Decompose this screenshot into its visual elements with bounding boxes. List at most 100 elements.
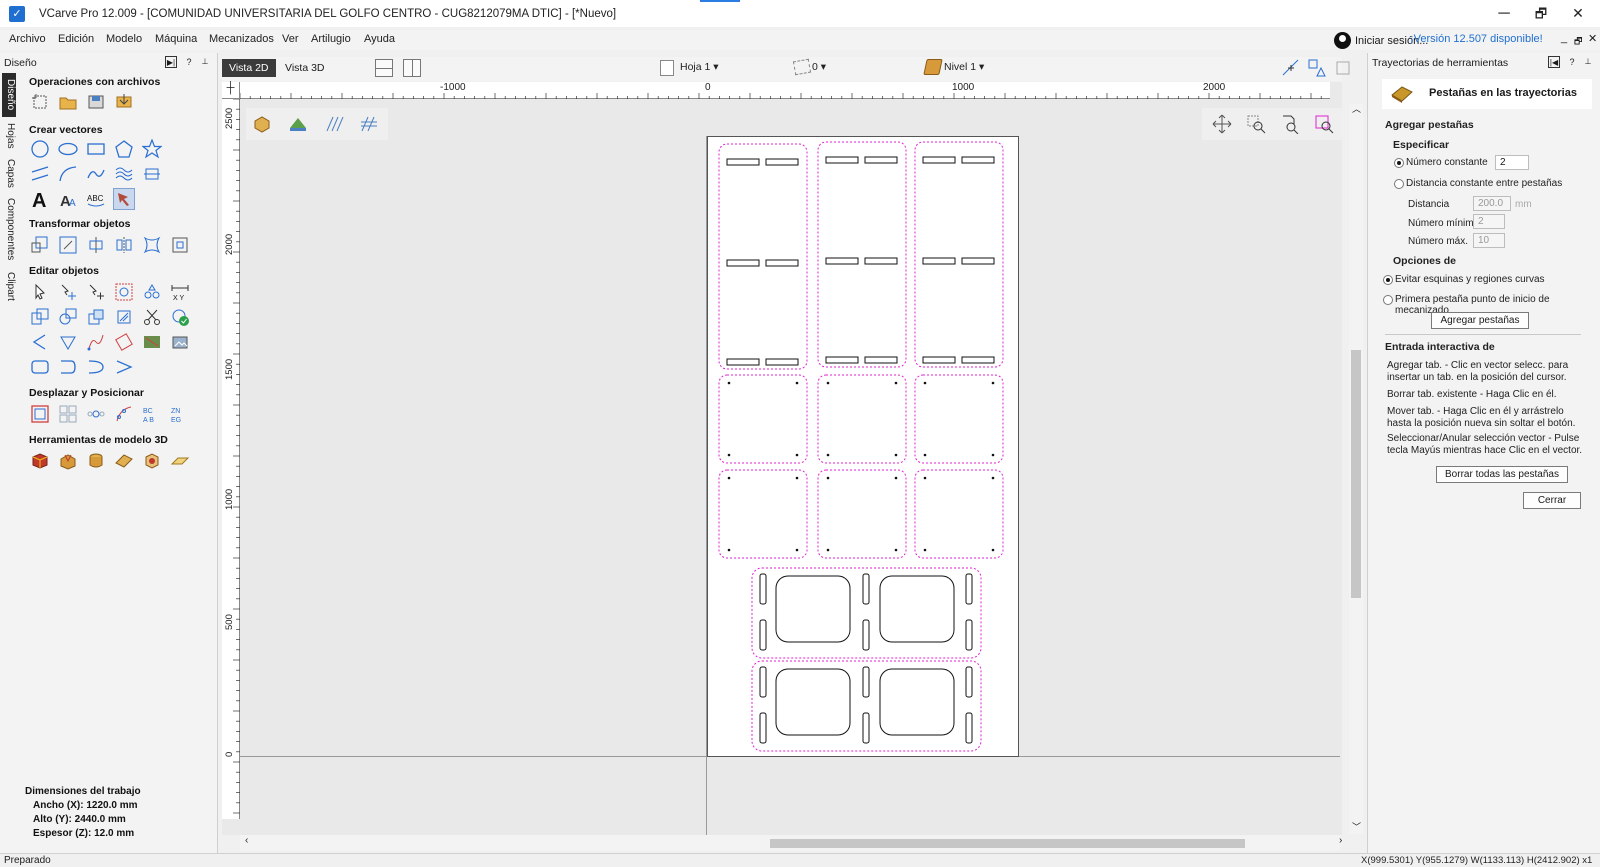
hole-vector[interactable]: [795, 476, 799, 480]
text-arc-icon[interactable]: ABC: [85, 188, 107, 210]
scroll-left-icon[interactable]: ‹: [245, 835, 248, 846]
hole-vector[interactable]: [923, 453, 927, 457]
measure-icon[interactable]: X Y: [169, 281, 191, 303]
hole-vector[interactable]: [991, 548, 995, 552]
hole-vector[interactable]: [826, 476, 830, 480]
hole-vector[interactable]: [826, 548, 830, 552]
slot-vector[interactable]: [864, 257, 898, 265]
menu-edicion[interactable]: Edición: [58, 33, 94, 45]
join-vectors-icon[interactable]: [85, 356, 107, 378]
node-edit-icon[interactable]: [57, 281, 79, 303]
job-dimensions-icon[interactable]: [29, 403, 51, 425]
part-toolpath[interactable]: [817, 469, 907, 559]
dimension-box-icon[interactable]: [141, 163, 163, 185]
slot-vector[interactable]: [759, 666, 767, 698]
slot-vector[interactable]: [864, 356, 898, 364]
hole-vector[interactable]: [727, 453, 731, 457]
interactive-select-icon[interactable]: [113, 281, 135, 303]
3d-shape-icon[interactable]: [57, 450, 79, 472]
scroll-up-icon[interactable]: ︿: [1352, 102, 1361, 115]
hole-vector[interactable]: [795, 381, 799, 385]
split-horizontal-icon[interactable]: [375, 59, 393, 77]
3d-sculpt-icon[interactable]: [141, 450, 163, 472]
slot-vector[interactable]: [825, 156, 859, 164]
vertical-scroll-thumb[interactable]: [1351, 350, 1361, 598]
dog-bone-icon[interactable]: [113, 331, 135, 353]
image-trace-icon[interactable]: [113, 188, 135, 210]
menu-maquina[interactable]: Máquina: [155, 33, 197, 45]
slot-vector[interactable]: [965, 666, 973, 698]
save-file-icon[interactable]: [85, 91, 107, 113]
panel-pin-icon[interactable]: ⊥: [199, 56, 211, 68]
toolpath-cross-icon[interactable]: [358, 113, 380, 135]
fit-object-icon[interactable]: [169, 234, 191, 256]
slot-vector[interactable]: [759, 712, 767, 744]
slot-vector[interactable]: [825, 356, 859, 364]
slot-vector[interactable]: [864, 156, 898, 164]
hole-vector[interactable]: [991, 476, 995, 480]
slot-vector[interactable]: [862, 619, 870, 651]
slot-vector[interactable]: [759, 619, 767, 651]
hole-vector[interactable]: [727, 476, 731, 480]
part-toolpath[interactable]: [751, 660, 982, 752]
distort-object-icon[interactable]: [141, 234, 163, 256]
part-toolpath[interactable]: [751, 567, 982, 659]
zoom-selection-icon[interactable]: [1313, 113, 1335, 135]
tab-componentes[interactable]: Componentes: [2, 193, 16, 265]
part-toolpath[interactable]: [817, 141, 907, 368]
hole-vector[interactable]: [894, 453, 898, 457]
select-similar-icon[interactable]: [141, 281, 163, 303]
3d-extrude-icon[interactable]: [85, 450, 107, 472]
transform-select-icon[interactable]: [85, 281, 107, 303]
scale-object-icon[interactable]: [57, 234, 79, 256]
move-object-icon[interactable]: [29, 234, 51, 256]
rounded-rectangle-icon[interactable]: [29, 356, 51, 378]
constant-number-input[interactable]: 2: [1495, 155, 1529, 170]
hole-vector[interactable]: [795, 548, 799, 552]
min-number-input[interactable]: 2: [1473, 214, 1505, 229]
hole-vector[interactable]: [894, 381, 898, 385]
max-number-input[interactable]: 10: [1473, 233, 1505, 248]
nesting-icon[interactable]: [141, 331, 163, 353]
tab-diseno[interactable]: Diseño: [2, 73, 16, 117]
part-toolpath[interactable]: [914, 374, 1004, 464]
material-sheet[interactable]: [707, 136, 1019, 757]
rotation-dropdown[interactable]: 0 ▾: [812, 61, 826, 73]
slot-vector[interactable]: [961, 356, 995, 364]
panel-collapse-icon[interactable]: ▶|: [165, 56, 177, 68]
hole-vector[interactable]: [923, 476, 927, 480]
select-pointer-icon[interactable]: [29, 281, 51, 303]
slot-vector[interactable]: [765, 358, 799, 366]
tab-clipart[interactable]: Clipart: [2, 267, 16, 305]
part-toolpath[interactable]: [718, 374, 808, 464]
ellipse-icon[interactable]: [57, 138, 79, 160]
menu-archivo[interactable]: Archivo: [9, 33, 46, 45]
tab-hojas[interactable]: Hojas: [2, 119, 16, 153]
slot-vector[interactable]: [922, 156, 956, 164]
fillet-icon[interactable]: [29, 331, 51, 353]
scroll-down-icon[interactable]: ﹀: [1352, 820, 1361, 833]
tab-capas[interactable]: Capas: [2, 155, 16, 191]
new-file-icon[interactable]: [29, 91, 51, 113]
close-tabs-button[interactable]: Cerrar: [1523, 492, 1581, 509]
polyline-icon[interactable]: [29, 163, 51, 185]
slot-vector[interactable]: [922, 257, 956, 265]
clear-all-tabs-button[interactable]: Borrar todas las pestañas: [1436, 466, 1568, 483]
rectangle-icon[interactable]: [85, 138, 107, 160]
part-toolpath[interactable]: [817, 374, 907, 464]
cutout-vector[interactable]: [879, 668, 955, 736]
slot-vector[interactable]: [922, 356, 956, 364]
level-dropdown[interactable]: Nivel 1 ▾: [944, 61, 984, 73]
hole-vector[interactable]: [826, 381, 830, 385]
image-tools-icon[interactable]: [169, 331, 191, 353]
menu-artilugio[interactable]: Artilugio: [311, 33, 351, 45]
text-icon[interactable]: A: [29, 188, 51, 210]
slot-vector[interactable]: [726, 259, 760, 267]
close-button[interactable]: ✕: [1555, 0, 1600, 27]
slot-vector[interactable]: [726, 158, 760, 166]
hole-vector[interactable]: [991, 381, 995, 385]
vector-shape-icon[interactable]: [1306, 57, 1328, 79]
hole-vector[interactable]: [894, 476, 898, 480]
ruler-origin-icon[interactable]: ┼: [222, 82, 240, 99]
cutout-vector[interactable]: [775, 575, 851, 643]
